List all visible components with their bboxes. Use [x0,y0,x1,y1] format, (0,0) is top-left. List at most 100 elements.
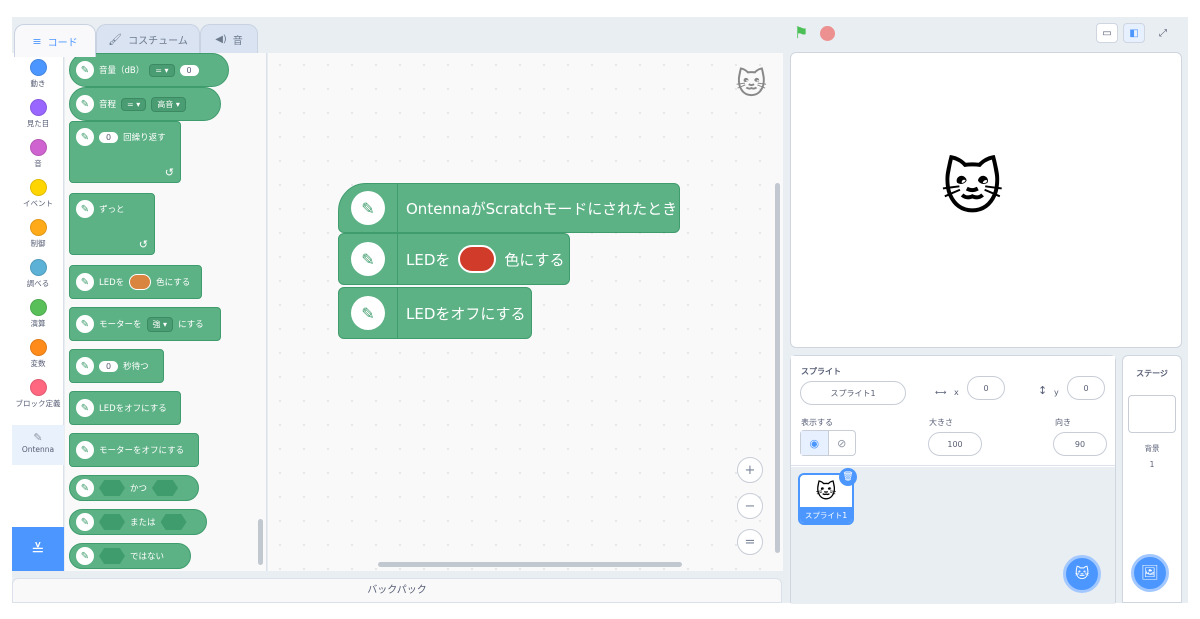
operator-dropdown[interactable]: = ▾ [121,97,147,111]
sprite-thumb-label: スプライト1 [800,507,852,523]
palette-scrollbar[interactable] [258,519,263,565]
operator-dropdown[interactable]: = ▾ [149,63,175,77]
value-input[interactable]: 0 [99,131,119,143]
category-variables[interactable]: 変数 [12,339,64,369]
scratch-editor: ≡ コード 🖌 コスチューム ◀) 音 動き 見た目 音 イベント 制御 調べる… [12,17,1188,604]
choose-backdrop-button[interactable]: 🖼 [1131,554,1169,592]
sprite-watermark-icon: 🐱 [735,67,767,102]
category-sensing[interactable]: 調べる [12,259,64,289]
ontenna-icon: ✎ [351,191,385,225]
boolean-slot[interactable] [99,548,125,564]
palette-block-wait[interactable]: ✎ 0 秒待つ [69,349,164,383]
category-events[interactable]: イベント [12,179,64,209]
category-looks[interactable]: 見た目 [12,99,64,129]
block-text: LEDをオフにする [406,304,526,323]
category-dot [29,379,47,396]
category-dot [29,139,47,156]
category-label: 動き [30,79,46,88]
palette-block-motor-off[interactable]: ✎ モーターをオフにする [69,433,199,467]
category-label: 演算 [30,319,46,328]
add-extension-button[interactable]: ≚ [12,527,64,571]
size-input[interactable]: 100 [928,432,982,456]
sprite-name-input[interactable]: スプライト1 [800,381,906,405]
category-dot [29,259,47,276]
zoom-reset-button[interactable]: = [737,529,763,555]
boolean-slot[interactable] [160,514,187,530]
ontenna-icon: ✎ [76,479,94,497]
script-block-led-off[interactable]: ✎ LEDをオフにする [338,287,532,339]
palette-block-or[interactable]: ✎ または [69,509,207,535]
ontenna-icon: ✎ [76,547,94,565]
add-backdrop-icon: 🖼 [1141,565,1159,581]
ontenna-icon: ✎ [76,200,94,218]
show-eye-icon[interactable]: ◉ [801,431,829,455]
boolean-slot[interactable] [99,514,125,530]
stop-icon[interactable] [820,26,835,41]
small-stage-button[interactable]: ▭ [1096,23,1118,43]
category-operators[interactable]: 演算 [12,299,64,329]
x-input[interactable]: 0 [967,376,1005,400]
block-text: OntennaがScratchモードにされたとき [406,199,678,218]
visibility-toggle: ◉ ⊘ [800,430,856,456]
script-area[interactable]: 🐱 ✎ OntennaがScratchモードにされたとき ✎ LEDを 色にする… [268,53,783,571]
normal-stage-button[interactable]: ◧ [1123,23,1145,43]
category-dot [29,299,47,316]
scratch-cat-sprite[interactable]: 🐱 [941,153,1004,223]
color-picker[interactable] [129,274,152,290]
block-text: 回繰り返す [123,133,166,143]
backpack[interactable]: バックパック [12,578,782,603]
category-sound[interactable]: 音 [12,139,64,169]
script-vertical-scrollbar[interactable] [775,183,780,553]
block-text: にする [178,320,204,330]
zoom-out-button[interactable]: − [737,493,763,519]
boolean-slot[interactable] [152,480,179,496]
motor-strength-dropdown[interactable]: 強 ▾ [146,316,174,332]
hide-eye-icon[interactable]: ⊘ [829,431,856,455]
category-label: 変数 [30,359,46,368]
palette-block-forever[interactable]: ✎ ずっと ↺ [69,193,155,255]
script-block-led-color[interactable]: ✎ LEDを 色にする [338,233,570,285]
y-input[interactable]: 0 [1067,376,1105,400]
x-value: 0 [983,383,989,393]
zoom-in-button[interactable]: + [737,457,763,483]
palette-block-led-color[interactable]: ✎ LEDを 色にする [69,265,202,299]
category-ontenna[interactable]: ✎ Ontenna [12,425,64,465]
palette-block-not[interactable]: ✎ ではない [69,543,191,569]
value-input[interactable]: 0 [99,360,119,372]
delete-sprite-icon[interactable]: 🗑 [839,468,857,486]
choose-sprite-button[interactable]: 🐱 [1063,555,1101,593]
block-text: モーターをオフにする [99,446,185,456]
category-label: 音 [34,159,42,168]
stage-title: ステージ [1136,369,1168,378]
green-flag-icon[interactable]: ⚑ [794,23,808,42]
palette-block-and[interactable]: ✎ かつ [69,475,199,501]
fullscreen-button[interactable]: ⤢ [1152,23,1174,43]
block-text: 音量（dB） [99,66,145,76]
boolean-slot[interactable] [99,480,125,496]
palette-block-led-off[interactable]: ✎ LEDをオフにする [69,391,181,425]
palette-block-motor[interactable]: ✎ モーターを 強 ▾ にする [69,307,221,341]
ontenna-icon: ✎ [76,61,94,79]
category-my-blocks[interactable]: ブロック定義 [12,379,64,409]
stage-target-panel[interactable]: ステージ 背景 1 🖼 [1122,355,1182,603]
x-arrow-icon: ⟷ [935,388,947,397]
script-horizontal-scrollbar[interactable] [378,562,682,567]
tab-code[interactable]: ≡ コード [14,24,96,57]
pitch-dropdown[interactable]: 高音 ▾ [151,96,186,112]
tab-sounds[interactable]: ◀) 音 [200,24,258,54]
palette-block-volume[interactable]: ✎ 音量（dB） = ▾ 0 [69,53,229,87]
palette-block-repeat[interactable]: ✎ 0 回繰り返す ↺ [69,121,181,183]
tab-costumes[interactable]: 🖌 コスチューム [96,24,200,54]
block-text: 音程 [99,100,117,110]
stage[interactable]: 🐱 [790,52,1182,348]
category-control[interactable]: 制御 [12,219,64,249]
backdrop-thumbnail[interactable] [1128,395,1176,433]
palette-block-pitch[interactable]: ✎ 音程 = ▾ 高音 ▾ [69,87,221,121]
value-input[interactable]: 0 [179,64,199,76]
color-picker[interactable] [458,245,497,273]
script-hat-block[interactable]: ✎ OntennaがScratchモードにされたとき [338,183,680,233]
direction-input[interactable]: 90 [1053,432,1107,456]
category-motion[interactable]: 動き [12,59,64,89]
small-stage-icon: ▭ [1102,27,1112,39]
ontenna-icon: ✎ [76,399,94,417]
